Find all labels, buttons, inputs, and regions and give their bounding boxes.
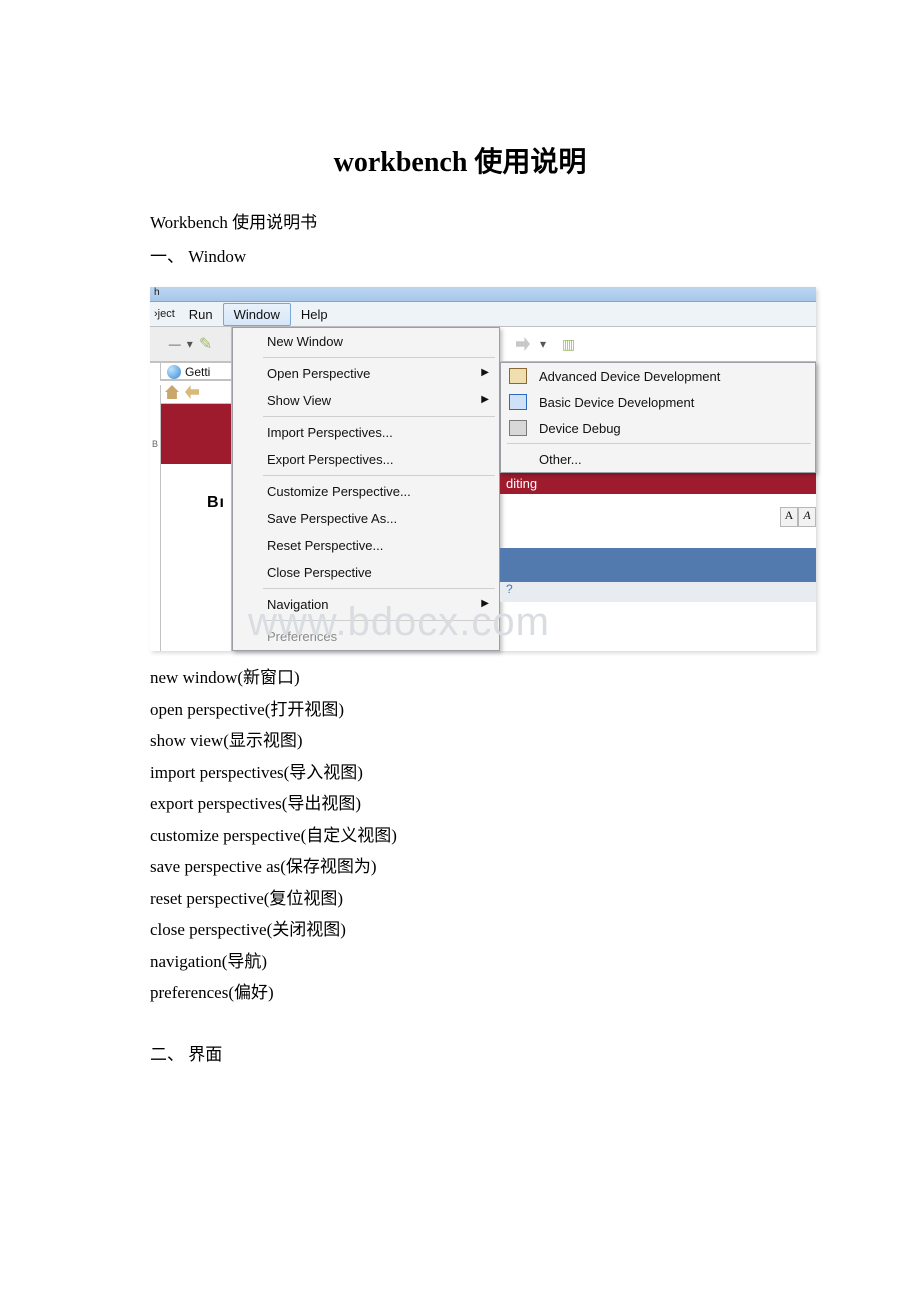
menu-navigation[interactable]: Navigation ▶: [233, 591, 499, 618]
glossary-item: new window(新窗口): [150, 665, 770, 691]
glossary-item: export perspectives(导出视图): [150, 791, 770, 817]
help-icon-row: ?: [500, 582, 816, 602]
screenshot-window-menu: h ›ject Run Window Help — ▾ ✎ Getti: [150, 287, 816, 651]
dropdown-column: New Window Open Perspective ▶ Show View …: [232, 327, 500, 651]
menu-separator: [263, 416, 495, 417]
toolbar-right: ▾ ▥: [500, 327, 816, 362]
tab-getting-started[interactable]: Getti: [161, 363, 231, 380]
submenu-other-label: Other...: [539, 452, 582, 467]
window-titlebar: h: [150, 287, 816, 302]
menu-customize-perspective[interactable]: Customize Perspective...: [233, 478, 499, 505]
menu-open-perspective-label: Open Perspective: [267, 366, 370, 381]
glossary-list: new window(新窗口) open perspective(打开视图) s…: [150, 665, 770, 1006]
left-panel: — ▾ ✎ Getti B Bı: [150, 327, 232, 651]
toolbar-drop-icon[interactable]: ▾: [540, 337, 546, 351]
submenu-adv-device-dev[interactable]: Advanced Device Development: [501, 363, 815, 389]
glossary-item: save perspective as(保存视图为): [150, 854, 770, 880]
menu-navigation-label: Navigation: [267, 597, 328, 612]
font-badge-normal[interactable]: A: [780, 507, 798, 527]
glossary-item: navigation(导航): [150, 949, 770, 975]
menu-import-perspectives[interactable]: Import Perspectives...: [233, 419, 499, 446]
menu-show-view[interactable]: Show View ▶: [233, 387, 499, 414]
submenu-adv-label: Advanced Device Development: [539, 369, 720, 384]
gutter: [150, 363, 161, 380]
perspective-icon: [509, 368, 527, 384]
glossary-item: customize perspective(自定义视图): [150, 823, 770, 849]
menu-show-view-label: Show View: [267, 393, 331, 408]
menu-project-cropped[interactable]: ›ject: [150, 308, 179, 320]
white-area-left: Bı: [150, 464, 231, 624]
menu-save-perspective-as[interactable]: Save Perspective As...: [233, 505, 499, 532]
forward-icon[interactable]: [516, 337, 530, 351]
help-icon[interactable]: ?: [506, 582, 513, 596]
menu-close-perspective[interactable]: Close Perspective: [233, 559, 499, 586]
doc-title: workbench 使用说明: [150, 140, 770, 180]
submenu-arrow-icon: ▶: [481, 598, 489, 609]
back-icon[interactable]: [185, 385, 199, 399]
menu-separator: [263, 357, 495, 358]
glossary-item: open perspective(打开视图): [150, 697, 770, 723]
right-lower-area: diting A A ?: [500, 473, 816, 602]
blank-icon: [509, 451, 527, 467]
font-size-badges: A A: [780, 507, 816, 527]
editing-banner: diting: [500, 473, 816, 494]
menu-export-perspectives[interactable]: Export Perspectives...: [233, 446, 499, 473]
tab-getti-label: Getti: [185, 365, 210, 379]
right-panel: ▾ ▥ Advanced Device Development Basic De…: [500, 327, 816, 651]
glossary-item: reset perspective(复位视图): [150, 886, 770, 912]
glossary-item: import perspectives(导入视图): [150, 760, 770, 786]
toolbar-drop-icon[interactable]: ▾: [187, 337, 193, 351]
toolbar-left: — ▾ ✎: [150, 327, 231, 362]
perspective-icon: [509, 420, 527, 436]
submenu-arrow-icon: ▶: [481, 394, 489, 405]
home-icon[interactable]: [165, 385, 179, 399]
blue-band: [500, 548, 816, 582]
menubar: ›ject Run Window Help: [150, 302, 816, 327]
maroon-banner-left: [150, 404, 231, 464]
section-1-heading: 一、 Window: [150, 244, 770, 270]
font-badge-italic[interactable]: A: [798, 507, 816, 527]
menu-separator: [263, 588, 495, 589]
doc-subtitle: Workbench 使用说明书: [150, 210, 770, 236]
window-dropdown: New Window Open Perspective ▶ Show View …: [232, 327, 500, 651]
perspective-icon: [509, 394, 527, 410]
menu-window[interactable]: Window: [223, 303, 291, 326]
glossary-item: show view(显示视图): [150, 728, 770, 754]
perspective-icon[interactable]: ▥: [562, 336, 575, 353]
globe-icon: [167, 365, 181, 379]
menu-new-window[interactable]: New Window: [233, 328, 499, 355]
toolbar-dash: —: [169, 337, 181, 351]
menu-help[interactable]: Help: [291, 304, 338, 325]
nav-buttons: [160, 380, 231, 404]
tab-strip: Getti: [150, 362, 231, 380]
section-2-heading: 二、 界面: [150, 1042, 770, 1068]
gutter-col: B: [150, 385, 161, 651]
menu-separator: [507, 443, 811, 444]
submenu-other[interactable]: Other...: [501, 446, 815, 472]
submenu-basic-device-dev[interactable]: Basic Device Development: [501, 389, 815, 415]
submenu-basic-label: Basic Device Development: [539, 395, 694, 410]
glossary-item: preferences(偏好): [150, 980, 770, 1006]
submenu-debug-label: Device Debug: [539, 421, 621, 436]
menu-reset-perspective[interactable]: Reset Perspective...: [233, 532, 499, 559]
menu-run[interactable]: Run: [179, 304, 223, 325]
menu-open-perspective[interactable]: Open Perspective ▶: [233, 360, 499, 387]
menu-separator: [263, 475, 495, 476]
menu-separator: [263, 620, 495, 621]
open-perspective-submenu: Advanced Device Development Basic Device…: [500, 362, 816, 473]
glossary-item: close perspective(关闭视图): [150, 917, 770, 943]
submenu-arrow-icon: ▶: [481, 367, 489, 378]
brush-icon[interactable]: ✎: [199, 334, 212, 354]
menu-preferences[interactable]: Preferences: [233, 623, 499, 650]
submenu-device-debug[interactable]: Device Debug: [501, 415, 815, 441]
